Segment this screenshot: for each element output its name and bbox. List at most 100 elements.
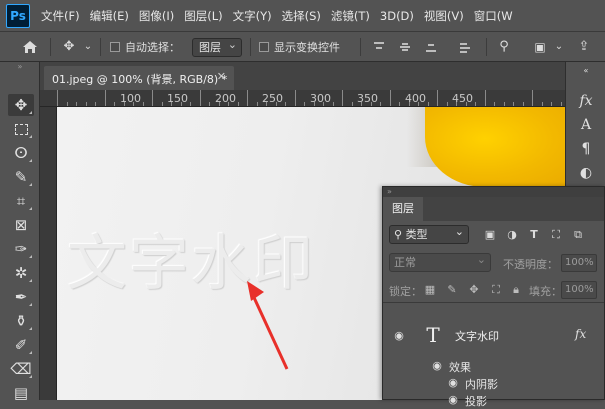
image-filter-icon[interactable]: ▣ bbox=[483, 228, 497, 242]
show-transform-checkbox[interactable] bbox=[259, 42, 269, 52]
healing-brush-tool-icon[interactable]: ✲ bbox=[8, 262, 34, 284]
eye-icon[interactable]: ◉ bbox=[391, 330, 407, 342]
menu-window[interactable]: 窗口(W bbox=[469, 8, 518, 24]
menu-items: 文件(F) 编辑(E) 图像(I) 图层(L) 文字(Y) 选择(S) 滤镜(T… bbox=[36, 0, 518, 32]
lock-label: 锁定： bbox=[389, 285, 422, 298]
vertical-ruler[interactable] bbox=[40, 107, 57, 400]
layers-panel-tabbar: 图层 bbox=[383, 197, 604, 221]
ruler-tick bbox=[76, 102, 77, 106]
shape-filter-icon[interactable]: ⛶ bbox=[549, 228, 563, 242]
ruler-tick bbox=[465, 102, 467, 106]
move-tool-icon[interactable]: ✥ bbox=[58, 37, 80, 57]
type-filter-icon[interactable]: T bbox=[527, 228, 541, 242]
layer-name[interactable]: 文字水印 bbox=[455, 328, 499, 344]
share-icon[interactable]: ⇪ bbox=[574, 37, 594, 57]
brush-tool-icon[interactable]: ✒ bbox=[8, 286, 34, 308]
effects-row[interactable]: ◉ 效果 bbox=[383, 358, 604, 375]
align-bottom-icon[interactable] bbox=[424, 41, 438, 53]
align-vertical-center-icon[interactable] bbox=[398, 41, 412, 53]
ruler-tick bbox=[161, 102, 163, 106]
eye-icon[interactable]: ◉ bbox=[445, 394, 461, 406]
adjustments-icon[interactable]: ◐ bbox=[574, 162, 598, 184]
horizontal-ruler[interactable]: 100 150 200 250 300 350 400 450 bbox=[40, 90, 565, 107]
crop-tool-icon[interactable]: ⌗ bbox=[8, 190, 34, 212]
panel-grip-icon[interactable]: « bbox=[574, 66, 598, 76]
show-transform-label: 显示变换控件 bbox=[274, 41, 340, 54]
layer-row[interactable]: ◉ T 文字水印 fx bbox=[383, 318, 604, 354]
effect-row-drop-shadow[interactable]: ◉ 投影 bbox=[383, 392, 604, 409]
layer-filter-select[interactable]: ⚲ 类型 bbox=[389, 223, 469, 244]
ruler-tick bbox=[104, 90, 106, 106]
menu-3d[interactable]: 3D(D) bbox=[375, 9, 419, 23]
tab-layers[interactable]: 图层 bbox=[383, 197, 423, 221]
fx-icon[interactable]: fx bbox=[575, 327, 586, 341]
align-left-icon[interactable] bbox=[458, 41, 472, 53]
close-icon[interactable]: ✕ bbox=[217, 70, 226, 83]
menu-select[interactable]: 选择(S) bbox=[277, 8, 326, 24]
adjustment-filter-icon[interactable]: ◑ bbox=[505, 228, 519, 242]
panel-grip-icon[interactable]: » bbox=[383, 187, 604, 197]
frame-tool-icon[interactable]: ⊠ bbox=[8, 214, 34, 236]
ruler-tick bbox=[180, 102, 182, 106]
menu-filter[interactable]: 滤镜(T) bbox=[326, 8, 375, 24]
auto-select-checkbox[interactable] bbox=[110, 42, 120, 52]
ruler-tick bbox=[275, 102, 277, 106]
menu-image[interactable]: 图像(I) bbox=[134, 8, 179, 24]
layer-list: ◉ T 文字水印 fx ◉ 效果 ◉ 内阴影 ◉ 投影 bbox=[383, 303, 604, 408]
menu-edit[interactable]: 编辑(E) bbox=[85, 8, 134, 24]
blend-mode-select[interactable]: 正常 bbox=[389, 251, 491, 272]
ruler-tick bbox=[323, 102, 324, 106]
lock-transparent-icon[interactable]: ▦ bbox=[423, 283, 437, 297]
effect-row-inner-shadow[interactable]: ◉ 内阴影 bbox=[383, 375, 604, 392]
lock-position-icon[interactable]: ✥ bbox=[467, 283, 481, 297]
ruler-tick bbox=[256, 102, 258, 106]
align-top-icon[interactable] bbox=[372, 41, 386, 53]
ruler-tick bbox=[456, 102, 457, 106]
eraser-tool-icon[interactable]: ⌫ bbox=[8, 358, 34, 380]
document-tab[interactable]: 01.jpeg @ 100% (背景, RGB/8) * ✕ bbox=[44, 66, 234, 90]
lock-all-icon[interactable]: 🔒︎ bbox=[509, 283, 523, 297]
eyedropper-tool-icon[interactable]: ✑ bbox=[8, 238, 34, 260]
auto-select-target-select[interactable]: 图层 bbox=[192, 36, 242, 57]
ruler-tick bbox=[199, 90, 201, 106]
workspace-chevron-icon[interactable]: ⌄ bbox=[553, 37, 565, 57]
move-tool-icon[interactable]: ✥ bbox=[8, 94, 34, 116]
lock-image-icon[interactable]: ✎ bbox=[445, 283, 459, 297]
search-icon[interactable]: ⚲ bbox=[494, 37, 514, 57]
paragraph-icon[interactable]: ¶ bbox=[574, 138, 598, 160]
opacity-input[interactable]: 100% bbox=[561, 254, 597, 272]
chevron-down-icon[interactable]: ⌄ bbox=[82, 37, 94, 57]
marquee-tool-icon[interactable] bbox=[8, 118, 34, 140]
photoshop-logo[interactable]: Ps bbox=[6, 4, 30, 28]
character-icon[interactable]: A bbox=[574, 114, 598, 136]
ruler-tick bbox=[522, 102, 524, 106]
menu-type[interactable]: 文字(Y) bbox=[228, 8, 277, 24]
search-icon: ⚲ bbox=[394, 228, 403, 241]
ruler-tick bbox=[57, 90, 58, 106]
tools-list: ✥ ⵙ ✎ ⌗ ⊠ ✑ ✲ ✒ ⚱ ✐ ⌫ ▤ bbox=[0, 72, 40, 402]
menu-file[interactable]: 文件(F) bbox=[36, 8, 85, 24]
lock-artboard-icon[interactable]: ⛶ bbox=[489, 283, 503, 297]
ruler-tick bbox=[513, 102, 514, 106]
ruler-tick bbox=[247, 90, 248, 106]
workspace-icon[interactable]: ▣ bbox=[530, 37, 550, 57]
quick-select-tool-icon[interactable]: ✎ bbox=[8, 166, 34, 188]
lock-row: 锁定： ▦ ✎ ✥ ⛶ 🔒︎ 填充： 100% bbox=[383, 277, 604, 303]
lasso-tool-icon[interactable]: ⵙ bbox=[8, 142, 34, 164]
menu-layer[interactable]: 图层(L) bbox=[179, 8, 227, 24]
eye-icon[interactable]: ◉ bbox=[429, 360, 445, 372]
ruler-tick bbox=[475, 102, 476, 106]
fill-input[interactable]: 100% bbox=[561, 281, 597, 299]
panel-grip-icon[interactable]: » bbox=[0, 62, 40, 72]
eye-icon[interactable]: ◉ bbox=[445, 377, 461, 389]
ruler-tick bbox=[218, 102, 220, 106]
fx-icon[interactable]: fx bbox=[574, 90, 598, 112]
history-brush-tool-icon[interactable]: ✐ bbox=[8, 334, 34, 356]
smart-object-filter-icon[interactable]: ⧉ bbox=[571, 228, 585, 242]
gradient-tool-icon[interactable]: ▤ bbox=[8, 382, 34, 404]
ruler-tick bbox=[342, 90, 343, 106]
home-icon[interactable] bbox=[18, 37, 42, 57]
menu-view[interactable]: 视图(V) bbox=[419, 8, 469, 24]
ruler-tick bbox=[285, 102, 286, 106]
clone-stamp-tool-icon[interactable]: ⚱ bbox=[8, 310, 34, 332]
